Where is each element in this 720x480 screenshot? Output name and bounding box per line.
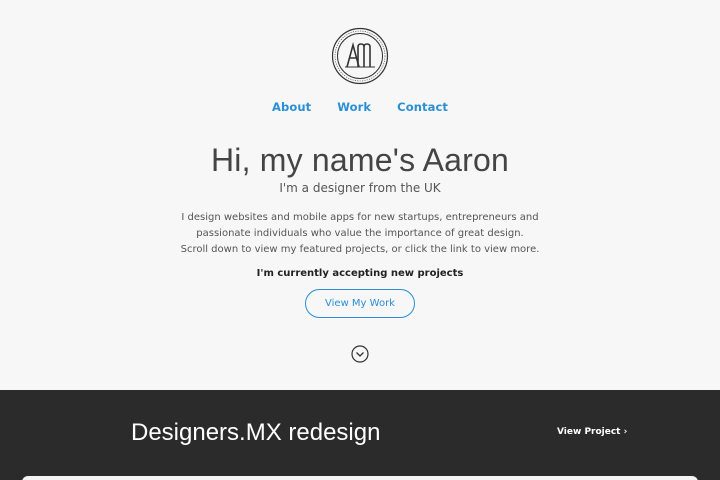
hero-description: I design websites and mobile apps for ne… (0, 210, 720, 258)
project-title: Designers.MX redesign (131, 419, 381, 446)
view-my-work-button[interactable]: View My Work (305, 289, 415, 318)
availability-text: I'm currently accepting new projects (256, 268, 464, 279)
featured-project-section: Designers.MX redesign View Project › (0, 390, 720, 480)
chevron-down-circle-icon[interactable] (351, 345, 369, 363)
hero-subtitle: I'm a designer from the UK (279, 181, 441, 195)
hero-description-line: Scroll down to view my featured projects… (180, 244, 540, 255)
logo-icon[interactable] (331, 27, 389, 85)
hero-title: Hi, my name's Aaron (210, 142, 510, 178)
nav-link-contact[interactable]: Contact (397, 100, 448, 114)
view-project-link[interactable]: View Project › (557, 427, 627, 437)
hero-description-line: I design websites and mobile apps for ne… (181, 212, 539, 223)
hero-description-line: passionate individuals who value the imp… (196, 228, 524, 239)
nav-link-work[interactable]: Work (337, 100, 371, 114)
main-nav: About Work Contact (0, 100, 720, 114)
nav-link-about[interactable]: About (272, 100, 311, 114)
project-preview (22, 476, 698, 480)
